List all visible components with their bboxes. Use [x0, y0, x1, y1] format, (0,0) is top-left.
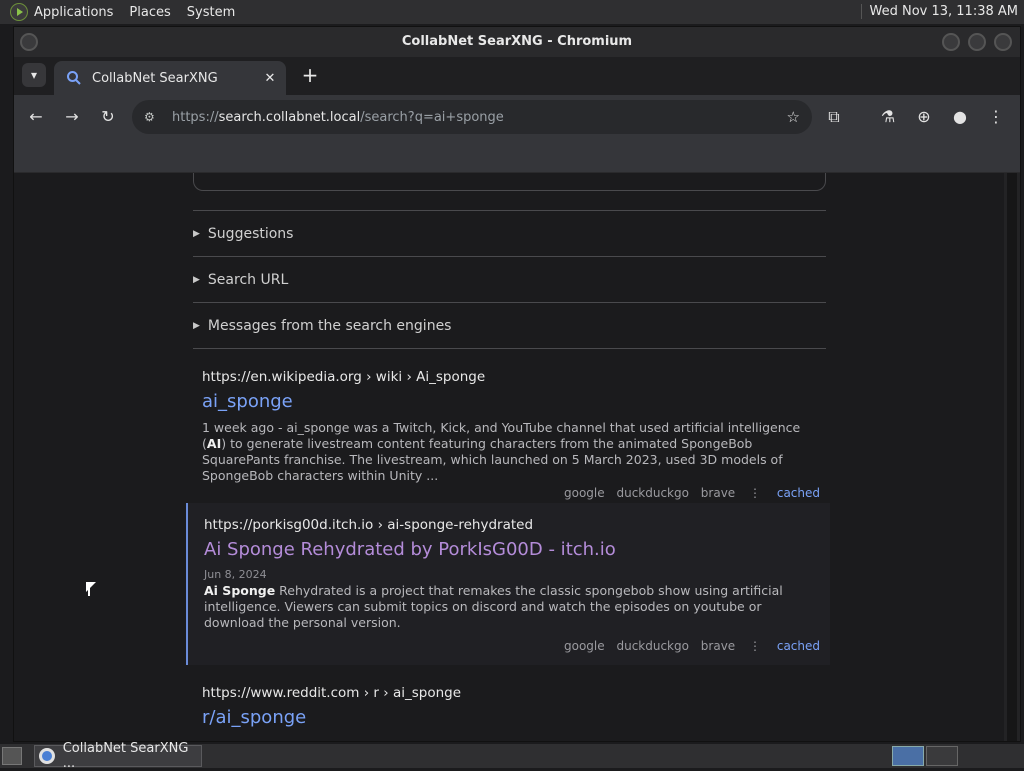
cached-link[interactable]: cached [777, 639, 820, 653]
result-date: Jun 8, 2024 [204, 568, 267, 581]
expand-triangle-icon: ▶ [193, 229, 200, 239]
result-content: 1 week ago - ai_sponge was a Twitch, Kic… [202, 420, 801, 483]
result-item: https://en.wikipedia.org › wiki › Ai_spo… [186, 369, 830, 500]
close-window-button[interactable] [994, 33, 1012, 51]
more-options-icon[interactable]: ⋮ [749, 486, 761, 500]
close-tab-icon[interactable]: ✕ [260, 71, 280, 86]
result-url[interactable]: https://en.wikipedia.org › wiki › Ai_spo… [202, 369, 820, 385]
maximize-button[interactable] [968, 33, 986, 51]
extensions-icon[interactable]: ⧉ [822, 105, 846, 129]
expand-triangle-icon: ▶ [193, 321, 200, 331]
bottom-taskbar: CollabNet SearXNG ... [0, 741, 1024, 771]
browser-toolbar: ← → ↻ ⚙ https://search.collabnet.local/s… [14, 95, 1020, 139]
menu-kebab-icon[interactable]: ⋮ [984, 105, 1008, 129]
window-titlebar[interactable]: CollabNet SearXNG - Chromium [14, 27, 1020, 57]
workspace-2[interactable] [926, 746, 958, 766]
menu-applications[interactable]: Applications [34, 5, 113, 20]
result-content: Ai Sponge Rehydrated is a project that r… [204, 583, 783, 630]
window-menu-button[interactable] [20, 33, 38, 51]
chromium-icon [39, 748, 55, 764]
url-scheme: https:// [172, 109, 219, 125]
search-icon [67, 71, 81, 85]
suggestions-label: Suggestions [207, 226, 294, 242]
address-bar[interactable]: ⚙ https://search.collabnet.local/search?… [132, 100, 812, 134]
browser-window: CollabNet SearXNG - Chromium ▾ CollabNet… [13, 26, 1021, 742]
result-title-link[interactable]: Ai Sponge Rehydrated by PorkIsG00D - itc… [204, 539, 820, 560]
reload-icon[interactable]: ↻ [96, 105, 120, 129]
show-desktop-icon[interactable] [2, 747, 22, 765]
url-host: search.collabnet.local [218, 109, 361, 125]
result-url[interactable]: https://www.reddit.com › r › ai_sponge [202, 685, 820, 701]
section-divider [193, 348, 826, 349]
engine-brave: brave [700, 486, 736, 500]
workspace-1[interactable] [892, 746, 924, 766]
engine-google: google [564, 486, 605, 500]
menu-places[interactable]: Places [129, 5, 170, 20]
result-title-link[interactable]: r/ai_sponge [202, 707, 820, 728]
engine-duckduckgo: duckduckgo [616, 639, 689, 653]
tab-collabnet-searxng[interactable]: CollabNet SearXNG ✕ [54, 61, 286, 95]
result-item-highlighted: https://porkisg00d.itch.io › ai-sponge-r… [186, 503, 830, 665]
engine-brave: brave [700, 639, 736, 653]
profile-avatar-icon[interactable]: ● [948, 105, 972, 129]
engine-google: google [564, 639, 605, 653]
expand-triangle-icon: ▶ [193, 275, 200, 285]
result-item: https://www.reddit.com › r › ai_sponge r… [186, 685, 830, 728]
result-engines: google duckduckgo brave ⋮ cached [202, 486, 820, 500]
suggestions-section[interactable]: ▶ Suggestions [193, 210, 826, 257]
tab-title: CollabNet SearXNG [92, 70, 218, 86]
engine-duckduckgo: duckduckgo [616, 486, 689, 500]
menu-system[interactable]: System [187, 5, 235, 20]
more-options-icon[interactable]: ⋮ [749, 639, 761, 653]
new-tab-button[interactable]: + [298, 64, 322, 88]
taskbar-window-label: CollabNet SearXNG ... [62, 741, 189, 771]
top-panel: Applications Places System Wed Nov 13, 1… [0, 0, 1024, 24]
result-title-link[interactable]: ai_sponge [202, 391, 820, 412]
page-content: ▶ Suggestions ▶ Search URL ▶ Messages from … [14, 173, 1020, 741]
download-icon[interactable]: ⊕ [912, 105, 936, 129]
back-icon[interactable]: ← [24, 105, 48, 129]
clock[interactable]: Wed Nov 13, 11:38 AM [860, 4, 1018, 19]
system-logo-icon[interactable] [10, 3, 28, 21]
bookmark-star-icon[interactable]: ☆ [787, 108, 800, 126]
taskbar-window-button[interactable]: CollabNet SearXNG ... [34, 741, 202, 771]
search-box-bottom-edge [193, 173, 826, 191]
tab-search-dropdown-icon[interactable]: ▾ [22, 63, 46, 87]
result-url[interactable]: https://porkisg00d.itch.io › ai-sponge-r… [204, 517, 820, 533]
labs-flask-icon[interactable]: ⚗ [876, 105, 900, 129]
minimize-button[interactable] [942, 33, 960, 51]
mouse-cursor-icon [86, 582, 96, 596]
result-engines: google duckduckgo brave ⋮ cached [204, 639, 820, 653]
scrollbar-thumb[interactable] [1007, 173, 1017, 741]
cached-link[interactable]: cached [777, 486, 820, 500]
engine-messages-section[interactable]: ▶ Messages from the search engines [193, 302, 826, 349]
search-url-section[interactable]: ▶ Search URL [193, 256, 826, 303]
forward-icon[interactable]: → [60, 105, 84, 129]
url-path: /search?q=ai+sponge [360, 109, 504, 125]
engine-messages-label: Messages from the search engines [207, 318, 452, 334]
site-settings-icon[interactable]: ⚙ [144, 110, 160, 124]
bookmark-bar [14, 139, 1020, 173]
tab-strip: ▾ CollabNet SearXNG ✕ + [14, 57, 1020, 95]
search-url-label: Search URL [207, 272, 289, 288]
page-scrollbar[interactable] [1004, 173, 1020, 741]
window-title: CollabNet SearXNG - Chromium [401, 34, 633, 49]
